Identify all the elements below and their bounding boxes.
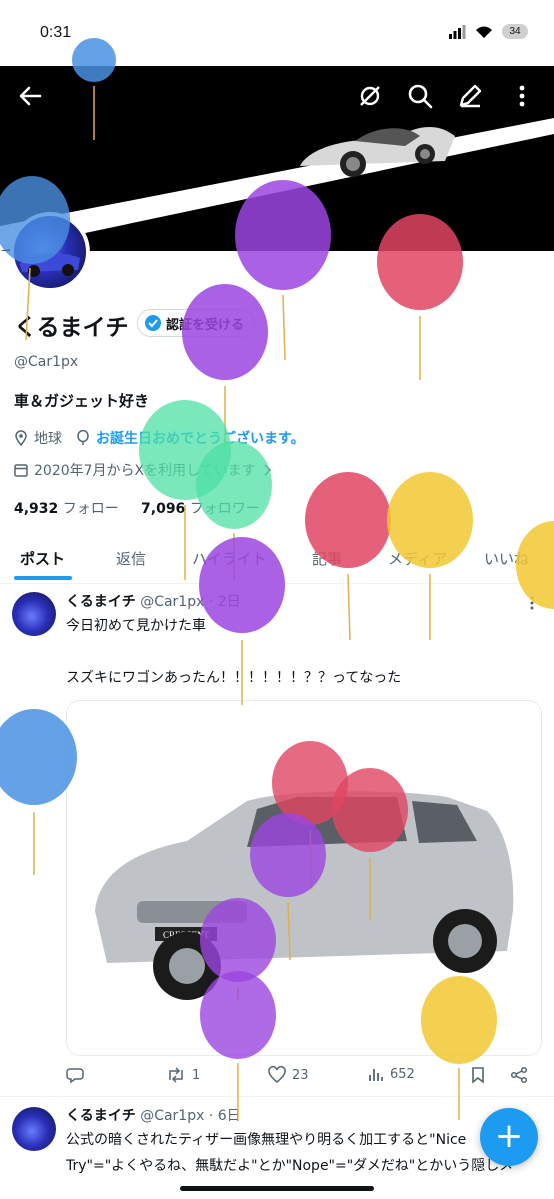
more-vertical-icon[interactable]: [506, 80, 538, 112]
battery-indicator: 34: [502, 24, 528, 39]
post-more-icon[interactable]: [530, 596, 534, 610]
repost-count: 1: [192, 1067, 201, 1083]
views-icon: [369, 1069, 383, 1081]
profile-name: くるまイチ: [14, 315, 129, 341]
profile-meta-row: 地球 お誕生日おめでとうございます。: [14, 428, 305, 448]
compose-plus-icon: +: [494, 1116, 524, 1156]
home-indicator: [180, 1186, 374, 1191]
status-bar: 0:31 34: [0, 0, 554, 66]
station-wagon-image: CRESCENT: [95, 791, 514, 1000]
active-tab-indicator: [14, 576, 72, 580]
post-header: くるまイチ @Car1px · 6日: [66, 1105, 241, 1125]
tab-media[interactable]: メディア: [388, 548, 447, 569]
follow-stats: 4,932 フォロー 7,096 フォロワー: [14, 498, 260, 518]
tab-posts[interactable]: ポスト: [20, 548, 65, 569]
reply-button[interactable]: [66, 1066, 84, 1084]
post-author-name[interactable]: くるまイチ: [66, 1108, 136, 1124]
tab-likes[interactable]: いいね: [484, 548, 529, 569]
post-actions: 1 23 652: [66, 1066, 536, 1088]
post-text-line2: Try"="よくやるね、無駄だよ"とか"Nope"="ダメだね"とかいう隠しメ: [66, 1158, 514, 1174]
post-handle-time: @Car1px · 6日: [140, 1108, 241, 1124]
calendar-icon: [14, 464, 28, 477]
share-icon: [510, 1066, 528, 1084]
tab-replies[interactable]: 返信: [116, 548, 146, 569]
profile-joined-row: 2020年7月からXを利用しています: [14, 460, 272, 480]
profile-location: 地球: [34, 431, 62, 447]
profile-joined: 2020年7月からXを利用しています: [34, 463, 256, 479]
verified-badge-icon: [145, 315, 161, 331]
post-header: くるまイチ @Car1px · 2日: [66, 591, 241, 611]
status-icons: 34: [448, 24, 528, 39]
repost-icon: [169, 1067, 183, 1083]
views-count: 652: [390, 1066, 415, 1082]
like-count: 23: [292, 1067, 309, 1083]
followers-count: 7,096: [141, 501, 186, 517]
chevron-right-icon[interactable]: [262, 463, 272, 477]
post-text-line1: 今日初めて見かけた車: [66, 618, 206, 634]
get-verified-label: 認証を受ける: [166, 317, 245, 333]
post-text-line2: スズキにワゴンあったん！！！！！！？？ってなった: [66, 670, 402, 686]
share-button[interactable]: [510, 1066, 528, 1084]
get-verified-button[interactable]: 認証を受ける: [137, 309, 256, 337]
wifi-icon: [476, 26, 492, 38]
tab-highlights[interactable]: ハイライト: [192, 548, 267, 569]
birthday-link[interactable]: お誕生日おめでとうございます。: [96, 428, 305, 448]
repost-button[interactable]: 1: [166, 1066, 200, 1084]
avatar-car-image: [20, 253, 80, 277]
edit-icon[interactable]: [454, 80, 486, 112]
tab-articles[interactable]: 記事: [312, 548, 342, 569]
following-label: フォロー: [62, 501, 119, 517]
bookmark-button[interactable]: [470, 1066, 486, 1084]
post-media-image[interactable]: CRESCENT: [66, 700, 542, 1056]
signal-icon: [449, 24, 466, 39]
views-button[interactable]: 652: [368, 1066, 415, 1082]
status-time: 0:31: [40, 24, 72, 41]
following-link[interactable]: 4,932 フォロー: [14, 501, 119, 517]
bookmark-icon: [472, 1067, 484, 1084]
reply-icon: [66, 1068, 84, 1084]
like-icon: [268, 1066, 286, 1083]
following-count: 4,932: [14, 501, 59, 517]
like-button[interactable]: 23: [268, 1066, 309, 1084]
profile-avatar[interactable]: [10, 212, 90, 292]
search-icon[interactable]: [404, 80, 436, 112]
post-handle-time: @Car1px · 2日: [140, 594, 241, 610]
sync-off-icon[interactable]: [354, 80, 386, 112]
profile-bio: 車＆ガジェット好き: [14, 392, 150, 410]
balloon-icon: [77, 430, 89, 445]
location-icon: [15, 430, 27, 446]
post-avatar[interactable]: [12, 1107, 56, 1151]
post-text-line1: 公式の暗くされたティザー画像無理やり明るく加工すると"Nice: [66, 1132, 467, 1148]
followers-link[interactable]: 7,096 フォロワー: [141, 501, 260, 517]
compose-button[interactable]: +: [480, 1108, 538, 1166]
profile-handle: @Car1px: [14, 354, 79, 370]
back-arrow-icon[interactable]: [14, 80, 46, 112]
profile-screen: { "status": {"time": "0:31", "battery": …: [0, 0, 554, 1199]
profile-tabs: ポスト 返信 ハイライト 記事 メディア いいね: [0, 540, 554, 584]
post-avatar[interactable]: [12, 592, 56, 636]
followers-label: フォロワー: [189, 501, 260, 517]
post-author-name[interactable]: くるまイチ: [66, 594, 136, 610]
